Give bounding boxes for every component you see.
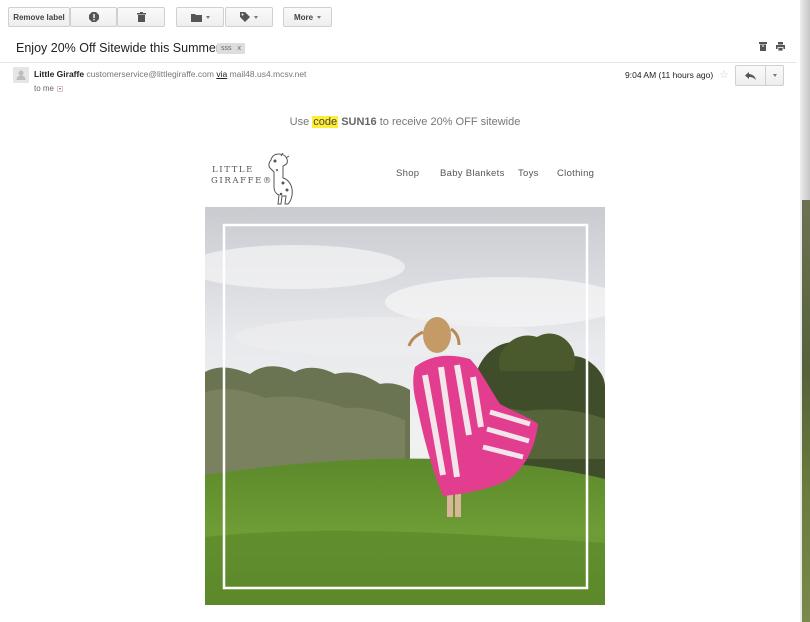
reply-button[interactable] [736,66,766,85]
giraffe-logo-icon [268,152,293,205]
email-subject: Enjoy 20% Off Sitewide this Summer [16,41,221,55]
email-time: 9:04 AM (11 hours ago) [625,70,714,80]
reply-button-group [735,65,784,86]
more-actions-button[interactable] [766,66,784,85]
caret-down-icon [317,15,322,19]
hero-photo [205,207,605,605]
label-chip-remove[interactable]: x [238,45,242,52]
recipient-text: to me [34,84,55,93]
background-strip [802,200,810,622]
nav-baby-blankets[interactable]: Baby Blankets [440,168,505,179]
window-edge [800,0,810,622]
avatar [13,67,29,83]
report-spam-icon [88,12,99,22]
remove-label-text: Remove label [13,12,65,22]
labels-button[interactable] [225,7,273,27]
toolbar: Remove label More [0,0,800,32]
star-icon[interactable]: ☆ [719,68,729,81]
subject-bar: Enjoy 20% Off Sitewide this Summer sss x [0,33,796,63]
nav-shop[interactable]: Shop [396,168,419,179]
promo-line: Use code SUN16 to receive 20% OFF sitewi… [0,116,810,128]
label-chip-name: sss [221,45,232,52]
person-icon [16,70,26,80]
print-icon[interactable] [776,42,785,51]
move-to-folder-icon [190,13,202,22]
archive-icon[interactable] [759,42,767,51]
remove-label-button[interactable]: Remove label [8,7,70,27]
via-domain: mail48.us4.mcsv.net [229,69,307,79]
sender-line: Little Giraffe customerservice@littlegir… [34,69,306,79]
sender-row: Little Giraffe customerservice@littlegir… [0,64,796,98]
promo-highlight: code [312,116,339,128]
promo-prefix: Use [289,116,310,128]
caret-down-icon [773,74,777,77]
label-chip[interactable]: sss x [217,43,245,54]
hero-image[interactable] [205,207,605,605]
recipient-line[interactable]: to me [34,84,64,93]
promo-code: SUN16 [341,116,377,128]
more-text: More [293,12,314,22]
more-button[interactable]: More [283,7,332,27]
move-to-button[interactable] [176,7,224,27]
caret-down-icon [205,15,210,19]
delete-icon [136,12,146,22]
labels-icon [240,12,250,22]
details-dropdown-icon[interactable] [57,85,64,92]
nav-clothing[interactable]: Clothing [557,168,594,179]
reply-icon [745,71,756,80]
delete-button[interactable] [117,7,165,27]
brand-header: LITTLE GIRAFFE® Shop Baby Blankets Toys … [205,150,605,206]
caret-down-icon [254,15,258,19]
via-link[interactable]: via [216,69,227,79]
promo-suffix: to receive 20% OFF sitewide [379,116,521,128]
nav-toys[interactable]: Toys [518,168,539,179]
sender-name[interactable]: Little Giraffe [34,69,84,79]
report-spam-button[interactable] [70,7,117,27]
sender-email: customerservice@littlegiraffe.com [86,69,214,79]
